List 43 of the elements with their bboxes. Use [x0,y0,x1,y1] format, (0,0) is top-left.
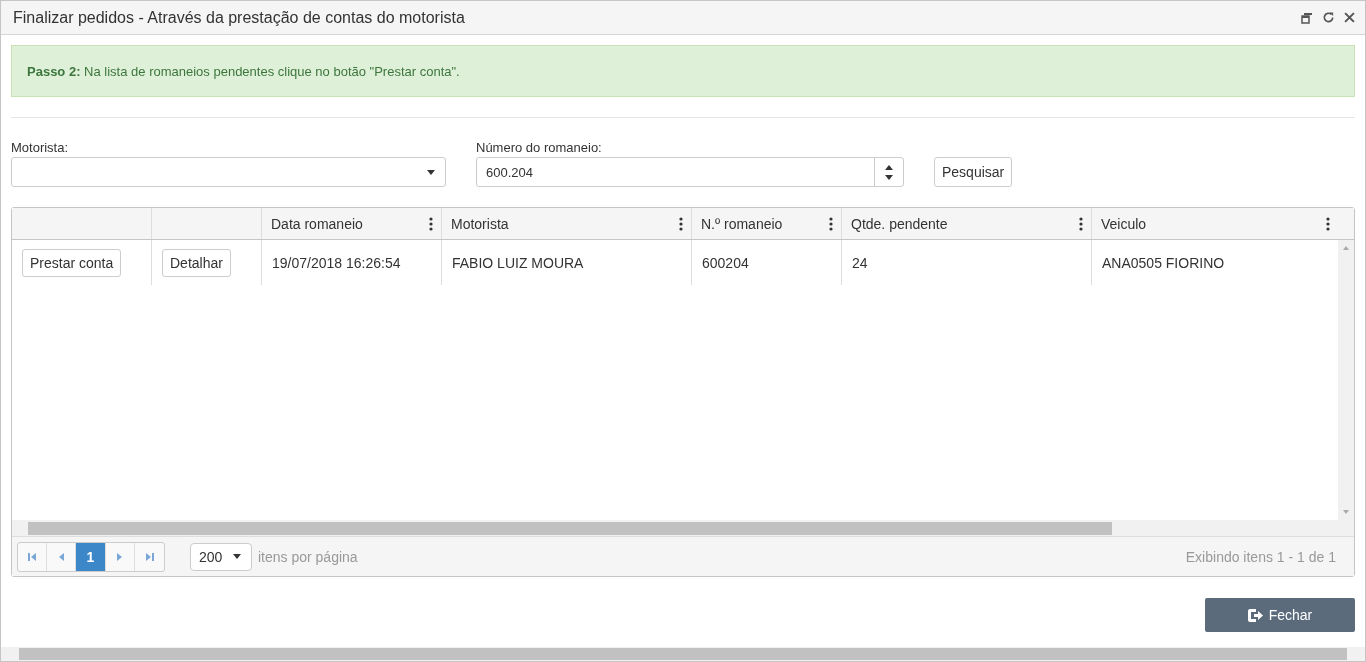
close-button[interactable]: Fechar [1205,598,1355,632]
vertical-scrollbar[interactable] [1338,240,1354,520]
down-arrow-icon[interactable] [885,174,893,180]
page-button[interactable]: 1 [76,542,106,571]
table-cell: FABIO LUIZ MOURA [452,254,584,271]
first-page-icon [28,552,36,561]
table-cell: 24 [852,254,868,271]
field-label: Número do romaneio: [476,140,603,155]
column-header[interactable]: Qtde. pendente [842,208,1092,239]
column-menu-icon[interactable] [679,216,683,231]
column-header[interactable]: Veiculo [1092,208,1338,239]
caret-icon [427,169,435,175]
pager-summary: Exibindo itens 1 - 1 de 1 [1185,548,1336,565]
row-action-button[interactable]: Detalhar [162,248,231,277]
table-cell: 19/07/2018 16:26:54 [272,254,401,271]
next-page-icon [117,552,123,561]
table-cell: 600204 [702,254,749,271]
up-arrow-icon[interactable] [885,164,893,170]
number-field[interactable]: 600.204 [476,157,904,187]
last-page-icon [145,552,154,561]
close-icon[interactable] [1344,12,1355,23]
column-header[interactable]: N.º romaneio [692,208,842,239]
column-menu-icon[interactable] [429,216,433,231]
page-size-select[interactable]: 200 [190,542,252,571]
previous-page-icon [58,552,64,561]
column-menu-icon[interactable] [1326,216,1330,231]
search-button[interactable]: Pesquisar [934,157,1013,187]
alert-text: Passo 2: Na lista de romaneios pendentes clique no botão "Prestar conta". [27,63,460,79]
restore-icon[interactable] [1301,11,1313,24]
column-header[interactable]: Data romaneio [262,208,442,239]
caret-icon [233,554,241,559]
horizontal-scrollbar[interactable] [1,647,1365,661]
column-menu-icon[interactable] [829,216,833,231]
column-menu-icon[interactable] [1079,216,1083,231]
column-header[interactable]: Motorista [442,208,692,239]
row-action-button[interactable]: Prestar conta [22,248,122,277]
exit-icon [1247,608,1263,622]
horizontal-scrollbar[interactable] [12,520,1354,537]
table-cell: ANA0505 FIORINO [1102,254,1225,271]
refresh-icon[interactable] [1322,11,1335,24]
field-label: Motorista: [11,140,70,155]
window-title: Finalizar pedidos - Através da prestação de contas do motorista [13,8,465,27]
page-size-label: itens por página [258,548,358,565]
